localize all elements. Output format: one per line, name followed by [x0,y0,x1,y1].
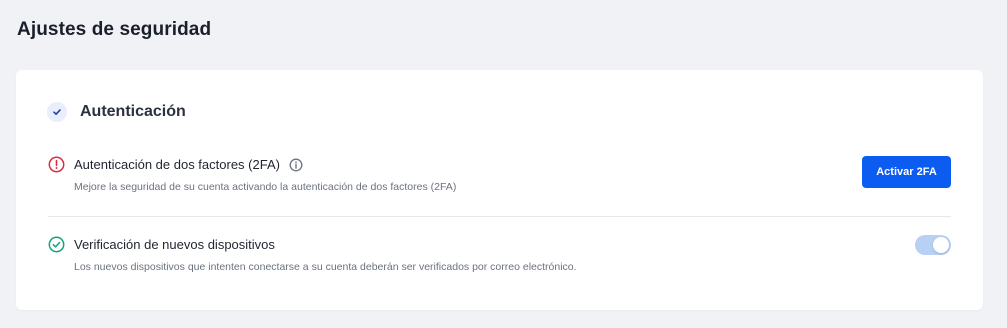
device-verification-toggle[interactable] [915,235,951,255]
page-title: Ajustes de seguridad [17,19,212,40]
two-factor-title-wrap: Autenticación de dos factores (2FA) [74,157,303,172]
device-verification-title: Verificación de nuevos dispositivos [74,237,275,252]
check-circle-icon [48,236,65,253]
warning-circle-icon [48,156,65,173]
activate-2fa-button[interactable]: Activar 2FA [862,156,951,188]
divider [48,216,951,217]
device-verification-description: Los nuevos dispositivos que intenten con… [74,261,577,273]
section-title: Autenticación [80,103,186,120]
two-factor-description: Mejore la seguridad de su cuenta activan… [74,181,457,193]
section-header: Autenticación [47,102,186,122]
two-factor-title: Autenticación de dos factores (2FA) [74,157,280,172]
checkmark-icon [47,102,67,122]
two-factor-row: Autenticación de dos factores (2FA) Mejo… [48,156,951,216]
toggle-knob [933,237,949,253]
info-icon[interactable] [289,158,303,172]
device-verification-title-wrap: Verificación de nuevos dispositivos [74,237,275,252]
security-card: Autenticación Autenticación de dos facto… [16,70,983,310]
device-verification-row: Verificación de nuevos dispositivos Los … [48,235,951,286]
